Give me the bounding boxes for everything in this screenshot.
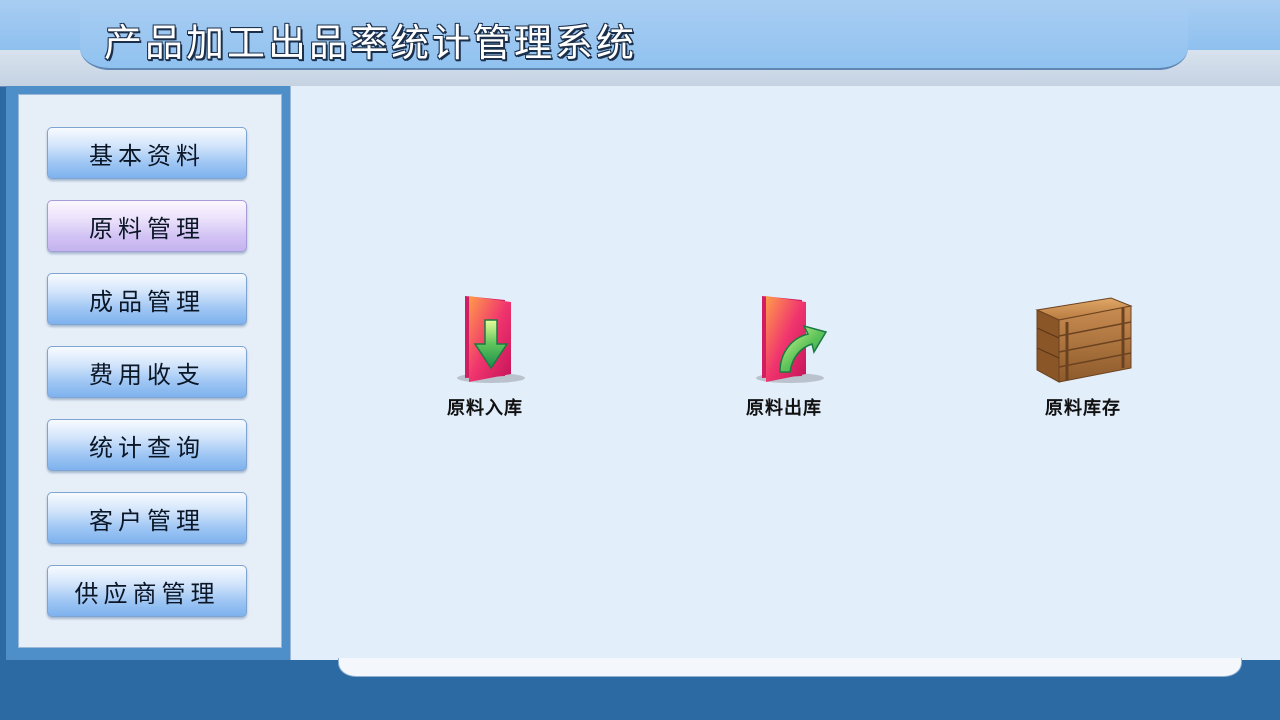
main-content: 原料入库 原料出库 原料库存 xyxy=(290,86,1280,660)
sidebar-item-expenses[interactable]: 费用收支 xyxy=(47,346,247,398)
tile-label: 原料入库 xyxy=(447,398,523,419)
sidebar-item-suppliers[interactable]: 供应商管理 xyxy=(47,565,247,617)
sidebar-frame: 基本资料 原料管理 成品管理 费用收支 统计查询 客户管理 供应商管理 xyxy=(6,86,291,660)
crate-icon xyxy=(1035,297,1133,383)
sidebar-item-basic-info[interactable]: 基本资料 xyxy=(47,127,247,179)
tile-raw-material-in[interactable]: 原料入库 xyxy=(415,292,555,420)
tile-raw-material-stock[interactable]: 原料库存 xyxy=(1013,292,1153,420)
folder-download-icon xyxy=(457,296,525,383)
tile-label: 原料出库 xyxy=(746,398,822,419)
folder-export-icon xyxy=(756,296,828,383)
app-title: 产品加工出品率统计管理系统 xyxy=(104,21,638,65)
tile-label: 原料库存 xyxy=(1045,398,1121,419)
sidebar: 基本资料 原料管理 成品管理 费用收支 统计查询 客户管理 供应商管理 xyxy=(18,94,282,648)
sidebar-item-raw-material[interactable]: 原料管理 xyxy=(47,200,247,252)
header: 产品加工出品率统计管理系统 xyxy=(0,0,1280,87)
sidebar-item-statistics[interactable]: 统计查询 xyxy=(47,419,247,471)
sidebar-item-customers[interactable]: 客户管理 xyxy=(47,492,247,544)
tile-raw-material-out[interactable]: 原料出库 xyxy=(714,292,854,420)
sidebar-item-finished-goods[interactable]: 成品管理 xyxy=(47,273,247,325)
app-window: 产品加工出品率统计管理系统 基本资料 原料管理 成品管理 费用收支 统计查询 客… xyxy=(0,0,1280,720)
footer-tab xyxy=(338,658,1242,677)
